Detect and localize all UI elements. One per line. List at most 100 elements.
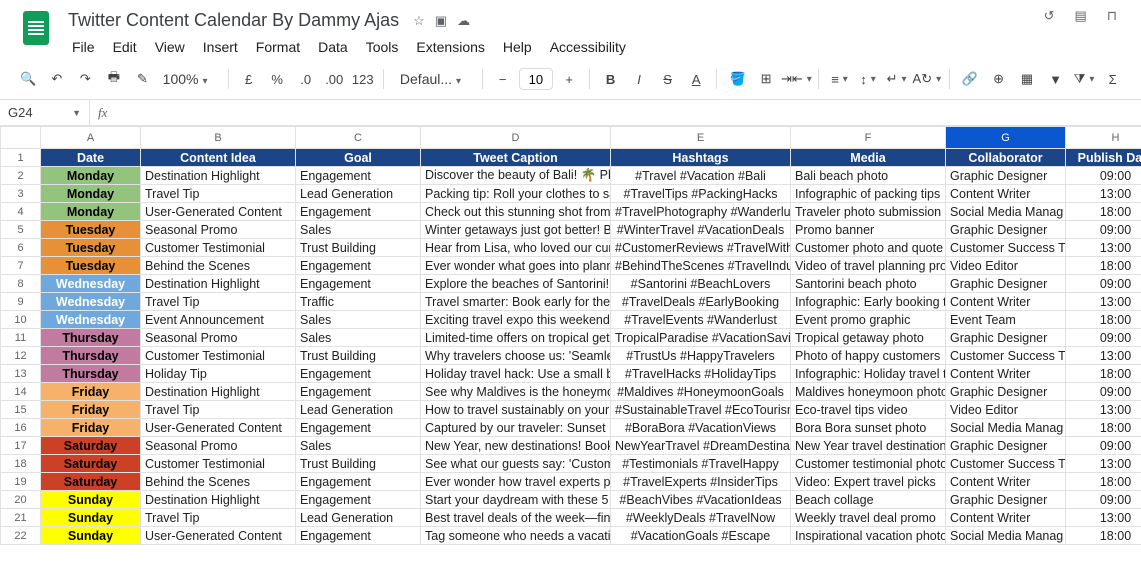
cell[interactable]: User-Generated Content bbox=[141, 203, 296, 221]
borders-icon[interactable]: ⊞ bbox=[754, 65, 779, 93]
cell[interactable]: #WeeklyDeals #TravelNow bbox=[611, 509, 791, 527]
cell[interactable]: Graphic Designer bbox=[946, 275, 1066, 293]
cell[interactable]: Seasonal Promo bbox=[141, 437, 296, 455]
italic-icon[interactable]: I bbox=[627, 65, 652, 93]
cell[interactable]: Event Announcement bbox=[141, 311, 296, 329]
cell[interactable]: Engagement bbox=[296, 527, 421, 545]
col-header-B[interactable]: B bbox=[141, 127, 296, 149]
cell[interactable]: 09:00 bbox=[1066, 221, 1141, 239]
text-color-icon[interactable]: A bbox=[684, 65, 709, 93]
cell[interactable]: Content Writer bbox=[946, 185, 1066, 203]
row-header[interactable]: 9 bbox=[1, 293, 41, 311]
cell[interactable]: Social Media Manag bbox=[946, 203, 1066, 221]
cell[interactable]: 18:00 bbox=[1066, 365, 1141, 383]
cell[interactable]: Discover the beauty of Bali! 🌴 Pla bbox=[421, 167, 611, 185]
cell[interactable]: Check out this stunning shot from o bbox=[421, 203, 611, 221]
cell[interactable]: Saturday bbox=[41, 455, 141, 473]
search-icon[interactable]: 🔍 bbox=[16, 65, 41, 93]
spreadsheet-grid[interactable]: ABCDEFGH 1DateContent IdeaGoalTweet Capt… bbox=[0, 126, 1141, 561]
table-header-cell[interactable]: Date bbox=[41, 149, 141, 167]
decrease-decimal-icon[interactable]: .0 bbox=[293, 65, 318, 93]
cell[interactable]: 13:00 bbox=[1066, 239, 1141, 257]
col-header-F[interactable]: F bbox=[791, 127, 946, 149]
cell[interactable]: 09:00 bbox=[1066, 167, 1141, 185]
menu-format[interactable]: Format bbox=[248, 35, 308, 59]
row-header[interactable]: 20 bbox=[1, 491, 41, 509]
cell[interactable]: #VacationGoals #Escape bbox=[611, 527, 791, 545]
row-header[interactable]: 22 bbox=[1, 527, 41, 545]
row-header[interactable]: 11 bbox=[1, 329, 41, 347]
menu-data[interactable]: Data bbox=[310, 35, 356, 59]
cell[interactable]: Event Team bbox=[946, 311, 1066, 329]
cell[interactable]: Photo of happy customers bbox=[791, 347, 946, 365]
row-header[interactable]: 6 bbox=[1, 239, 41, 257]
table-header-cell[interactable]: Tweet Caption bbox=[421, 149, 611, 167]
cell[interactable]: Friday bbox=[41, 383, 141, 401]
cell[interactable]: 09:00 bbox=[1066, 383, 1141, 401]
sheets-logo[interactable] bbox=[16, 8, 56, 48]
cell[interactable]: Hear from Lisa, who loved our cura bbox=[421, 239, 611, 257]
cell[interactable]: Infographic of packing tips bbox=[791, 185, 946, 203]
name-box[interactable]: G24▼ bbox=[0, 100, 90, 125]
cell[interactable]: Tuesday bbox=[41, 257, 141, 275]
cell[interactable]: Trust Building bbox=[296, 455, 421, 473]
strikethrough-icon[interactable]: S bbox=[655, 65, 680, 93]
cell[interactable]: Engagement bbox=[296, 473, 421, 491]
cell[interactable]: Beach collage bbox=[791, 491, 946, 509]
cell[interactable]: Inspirational vacation photo bbox=[791, 527, 946, 545]
v-align-icon[interactable]: ↕ bbox=[856, 65, 881, 93]
cell[interactable]: Best travel deals of the week—find bbox=[421, 509, 611, 527]
corner-cell[interactable] bbox=[1, 127, 41, 149]
row-header[interactable]: 1 bbox=[1, 149, 41, 167]
col-header-C[interactable]: C bbox=[296, 127, 421, 149]
menu-edit[interactable]: Edit bbox=[105, 35, 145, 59]
cell[interactable]: Video of travel planning proc bbox=[791, 257, 946, 275]
cell[interactable]: #WinterTravel #VacationDeals bbox=[611, 221, 791, 239]
cell[interactable]: Promo banner bbox=[791, 221, 946, 239]
print-icon[interactable]: 🖶 bbox=[102, 65, 127, 93]
cell[interactable]: Content Writer bbox=[946, 509, 1066, 527]
cell[interactable]: New Year, new destinations! Book n bbox=[421, 437, 611, 455]
functions-icon[interactable]: Σ bbox=[1100, 65, 1125, 93]
row-header[interactable]: 7 bbox=[1, 257, 41, 275]
cell[interactable]: Sales bbox=[296, 221, 421, 239]
cell[interactable]: Weekly travel deal promo bbox=[791, 509, 946, 527]
cell[interactable]: Engagement bbox=[296, 257, 421, 275]
cell[interactable]: #TravelTips #PackingHacks bbox=[611, 185, 791, 203]
cell[interactable]: Explore the beaches of Santorini! I bbox=[421, 275, 611, 293]
cell[interactable]: Wednesday bbox=[41, 311, 141, 329]
filter-views-icon[interactable]: ⧩ bbox=[1072, 65, 1097, 93]
cell[interactable]: Lead Generation bbox=[296, 401, 421, 419]
font-size-input[interactable] bbox=[519, 68, 553, 90]
cell[interactable]: Travel smarter: Book early for the b bbox=[421, 293, 611, 311]
menu-view[interactable]: View bbox=[147, 35, 193, 59]
cell[interactable]: Wednesday bbox=[41, 293, 141, 311]
cell[interactable]: Thursday bbox=[41, 329, 141, 347]
cell[interactable]: See why Maldives is the honeymoo bbox=[421, 383, 611, 401]
row-header[interactable]: 5 bbox=[1, 221, 41, 239]
cell[interactable]: Social Media Manag bbox=[946, 527, 1066, 545]
cell[interactable]: Customer testimonial photo bbox=[791, 455, 946, 473]
row-header[interactable]: 13 bbox=[1, 365, 41, 383]
cell[interactable]: Behind the Scenes bbox=[141, 473, 296, 491]
formula-bar[interactable] bbox=[115, 100, 1141, 125]
fill-color-icon[interactable]: 🪣 bbox=[725, 65, 750, 93]
cell[interactable]: How to travel sustainably on your n bbox=[421, 401, 611, 419]
cell[interactable]: Tag someone who needs a vacatio bbox=[421, 527, 611, 545]
wrap-icon[interactable]: ↵ bbox=[884, 65, 909, 93]
cell[interactable]: Traffic bbox=[296, 293, 421, 311]
cell[interactable]: Graphic Designer bbox=[946, 383, 1066, 401]
cell[interactable]: 13:00 bbox=[1066, 401, 1141, 419]
row-header[interactable]: 4 bbox=[1, 203, 41, 221]
cell[interactable]: #BehindTheScenes #TravelIndustr bbox=[611, 257, 791, 275]
comments-icon[interactable]: ▤ bbox=[1075, 8, 1087, 24]
table-header-cell[interactable]: Media bbox=[791, 149, 946, 167]
cell[interactable]: Sunday bbox=[41, 491, 141, 509]
cell[interactable]: Engagement bbox=[296, 203, 421, 221]
table-header-cell[interactable]: Content Idea bbox=[141, 149, 296, 167]
rotate-icon[interactable]: A↻ bbox=[913, 65, 941, 93]
cell[interactable]: Packing tip: Roll your clothes to sa bbox=[421, 185, 611, 203]
menu-file[interactable]: File bbox=[64, 35, 103, 59]
cell[interactable]: Content Writer bbox=[946, 365, 1066, 383]
cell[interactable]: Saturday bbox=[41, 473, 141, 491]
